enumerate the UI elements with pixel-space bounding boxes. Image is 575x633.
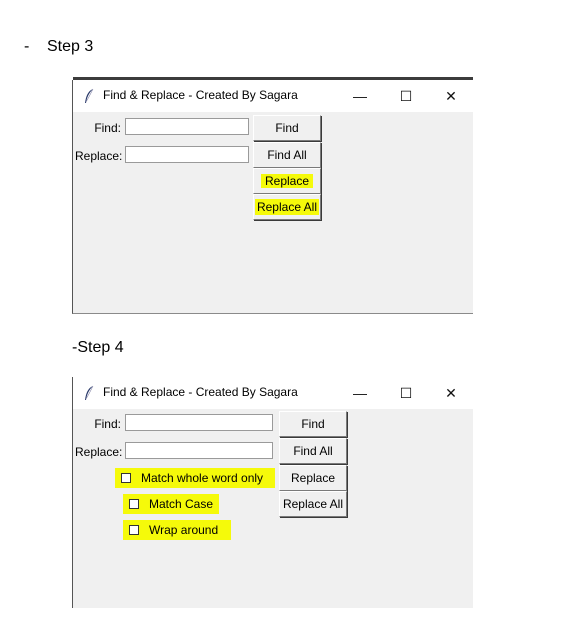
find-replace-window-step3: Find & Replace - Created By Sagara — ☐ ✕… — [72, 77, 473, 314]
close-button[interactable]: ✕ — [428, 377, 474, 409]
window-title: Find & Replace - Created By Sagara — [103, 385, 298, 399]
minimize-icon: — — [353, 385, 367, 401]
find-replace-window-step4: Find & Replace - Created By Sagara — ☐ ✕… — [72, 377, 473, 608]
feather-icon — [85, 88, 94, 103]
close-icon: ✕ — [445, 87, 457, 104]
window-title: Find & Replace - Created By Sagara — [103, 88, 298, 102]
maximize-button[interactable]: ☐ — [383, 80, 429, 112]
replace-input[interactable] — [125, 146, 249, 163]
find-all-button[interactable]: Find All — [279, 438, 347, 464]
replace-button[interactable]: Replace — [253, 168, 321, 194]
replace-label: Replace: — [75, 445, 123, 459]
maximize-icon: ☐ — [399, 384, 413, 401]
step4-heading: -Step 4 — [72, 339, 124, 356]
find-label: Find: — [94, 417, 121, 431]
match-whole-word-label: Match whole word only — [141, 471, 264, 485]
find-button[interactable]: Find — [279, 411, 347, 437]
feather-icon — [85, 385, 94, 400]
find-label: Find: — [94, 121, 121, 135]
match-case-label: Match Case — [149, 497, 214, 511]
replace-all-button[interactable]: Replace All — [253, 194, 321, 220]
wrap-around-checkbox[interactable]: Wrap around — [123, 520, 231, 540]
find-input[interactable] — [125, 118, 249, 135]
close-button[interactable]: ✕ — [428, 80, 474, 112]
close-icon: ✕ — [445, 384, 457, 401]
match-whole-word-checkbox[interactable]: Match whole word only — [115, 468, 275, 488]
maximize-icon: ☐ — [399, 87, 413, 104]
title-bar[interactable]: Find & Replace - Created By Sagara — ☐ ✕ — [73, 377, 473, 409]
minimize-button[interactable]: — — [337, 80, 383, 112]
replace-all-button-label: Replace All — [254, 199, 320, 215]
find-input[interactable] — [125, 414, 273, 431]
replace-button-label: Replace — [260, 174, 314, 188]
replace-label: Replace: — [75, 149, 123, 163]
checkbox-box[interactable] — [129, 499, 139, 509]
replace-button[interactable]: Replace — [279, 465, 347, 491]
checkbox-box[interactable] — [129, 525, 139, 535]
checkbox-box[interactable] — [121, 473, 131, 483]
find-all-button[interactable]: Find All — [253, 142, 321, 168]
minimize-button[interactable]: — — [337, 377, 383, 409]
bullet-dash: - — [24, 38, 30, 55]
match-case-checkbox[interactable]: Match Case — [123, 494, 219, 514]
wrap-around-label: Wrap around — [149, 523, 219, 537]
replace-all-button[interactable]: Replace All — [279, 491, 347, 517]
replace-input[interactable] — [125, 442, 273, 459]
step3-heading: Step 3 — [47, 38, 94, 55]
find-button[interactable]: Find — [253, 115, 321, 141]
minimize-icon: — — [353, 88, 367, 104]
title-bar[interactable]: Find & Replace - Created By Sagara — ☐ ✕ — [73, 80, 473, 112]
maximize-button[interactable]: ☐ — [383, 377, 429, 409]
